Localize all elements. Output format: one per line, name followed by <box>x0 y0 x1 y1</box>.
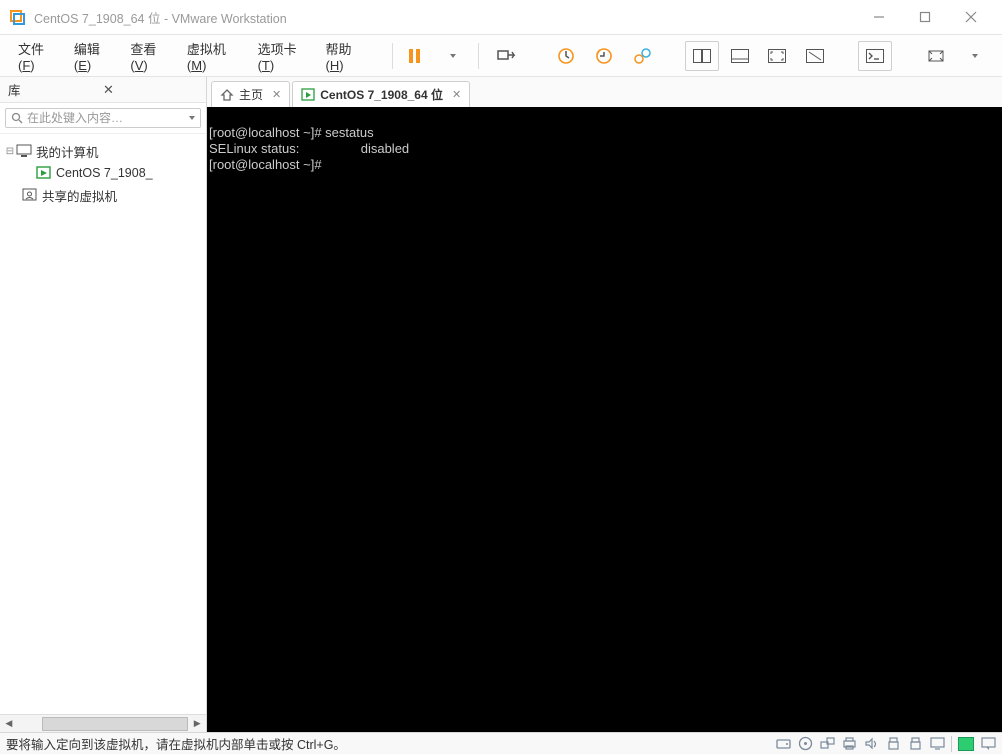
pause-vm-dropdown[interactable] <box>435 41 469 71</box>
close-button[interactable] <box>948 2 994 32</box>
scroll-thumb[interactable] <box>42 717 189 731</box>
menu-file[interactable]: 文件(F) <box>12 35 64 77</box>
stretch-guest-button[interactable] <box>919 41 953 71</box>
minimize-button[interactable] <box>856 2 902 32</box>
menu-view[interactable]: 查看(V) <box>124 35 177 77</box>
unity-mode-button[interactable] <box>798 41 832 71</box>
main-area: 库 ✕ ⊟ 我的计算机 <box>0 77 1002 732</box>
send-keys-button[interactable] <box>489 41 523 71</box>
tab-centos-label: CentOS 7_1908_64 位 <box>320 86 443 103</box>
message-log-icon[interactable] <box>980 736 996 752</box>
sound-icon[interactable] <box>863 736 879 752</box>
terminal-line: [root@localhost ~]# sestatus <box>209 125 1000 141</box>
sidebar-search-input[interactable] <box>27 111 189 125</box>
revert-snapshot-button[interactable] <box>587 41 621 71</box>
sidebar-search-box[interactable] <box>5 108 201 128</box>
sidebar-header: 库 ✕ <box>0 77 206 103</box>
cd-drive-icon[interactable] <box>797 736 813 752</box>
tab-centos[interactable]: CentOS 7_1908_64 位 ✕ <box>292 81 470 107</box>
window-title: CentOS 7_1908_64 位 - VMware Workstation <box>34 8 856 27</box>
vmware-app-icon <box>8 8 26 26</box>
usb2-icon[interactable] <box>907 736 923 752</box>
search-dropdown-icon[interactable] <box>189 116 195 120</box>
content-area: 主页 ✕ CentOS 7_1908_64 位 ✕ [root@localhos… <box>207 77 1002 732</box>
status-text: 要将输入定向到该虚拟机，请在虚拟机内部单击或按 Ctrl+G。 <box>6 734 775 753</box>
hard-disk-icon[interactable] <box>775 736 791 752</box>
computer-icon <box>16 143 32 159</box>
tree-vm-centos[interactable]: CentOS 7_1908_ <box>4 162 202 184</box>
menu-bar: 文件(F) 编辑(E) 查看(V) 虚拟机(M) 选项卡(T) 帮助(H) <box>0 35 1002 77</box>
display-icon[interactable] <box>929 736 945 752</box>
sidebar-close-button[interactable]: ✕ <box>103 82 198 98</box>
tree-shared-vms[interactable]: 共享的虚拟机 <box>4 184 202 206</box>
input-grabbed-indicator[interactable] <box>958 737 974 751</box>
tree-my-computer-label: 我的计算机 <box>36 142 99 161</box>
collapse-icon[interactable]: ⊟ <box>4 146 16 157</box>
tree-my-computer[interactable]: ⊟ 我的计算机 <box>4 140 202 162</box>
network-adapter-icon[interactable] <box>819 736 835 752</box>
device-status-tray <box>775 736 996 752</box>
stretch-dropdown[interactable] <box>956 41 990 71</box>
tree-vm-centos-label: CentOS 7_1908_ <box>56 166 153 180</box>
sidebar-tree: ⊟ 我的计算机 CentOS 7_1908_ 共享的虚拟机 <box>0 134 206 714</box>
sidebar-horizontal-scrollbar[interactable]: ◀ ▶ <box>0 714 206 732</box>
usb-icon[interactable] <box>885 736 901 752</box>
library-sidebar: 库 ✕ ⊟ 我的计算机 <box>0 77 207 732</box>
vm-terminal[interactable]: [root@localhost ~]# sestatusSELinux stat… <box>207 107 1002 732</box>
snapshot-button[interactable] <box>549 41 583 71</box>
scroll-left-arrow[interactable]: ◀ <box>0 718 18 729</box>
menu-vm[interactable]: 虚拟机(M) <box>181 35 248 77</box>
fullscreen-enter-button[interactable] <box>760 41 794 71</box>
tab-strip: 主页 ✕ CentOS 7_1908_64 位 ✕ <box>207 77 1002 107</box>
pause-vm-button[interactable] <box>397 41 431 71</box>
printer-icon[interactable] <box>841 736 857 752</box>
tab-home-label: 主页 <box>239 86 263 103</box>
console-button[interactable] <box>858 41 892 71</box>
view-single-button[interactable] <box>723 41 757 71</box>
maximize-button[interactable] <box>902 2 948 32</box>
sidebar-search-row <box>0 103 206 134</box>
terminal-line: SELinux status: disabled <box>209 141 1000 157</box>
tab-home[interactable]: 主页 ✕ <box>211 81 290 107</box>
menu-edit[interactable]: 编辑(E) <box>68 35 121 77</box>
shared-vms-icon <box>22 187 38 203</box>
window-buttons-group <box>856 2 994 32</box>
title-bar: CentOS 7_1908_64 位 - VMware Workstation <box>0 0 1002 35</box>
scroll-right-arrow[interactable]: ▶ <box>188 718 206 729</box>
sidebar-title: 库 <box>8 80 103 99</box>
search-icon <box>11 112 23 124</box>
terminal-line: [root@localhost ~]# <box>209 157 1000 173</box>
menu-tabs[interactable]: 选项卡(T) <box>252 35 316 77</box>
status-bar: 要将输入定向到该虚拟机，请在虚拟机内部单击或按 Ctrl+G。 <box>0 732 1002 754</box>
running-vm-icon <box>36 165 52 181</box>
tree-shared-vms-label: 共享的虚拟机 <box>42 186 117 205</box>
tab-home-close-icon[interactable]: ✕ <box>272 88 281 101</box>
menu-help[interactable]: 帮助(H) <box>320 35 373 77</box>
view-split-verical-button[interactable] <box>685 41 719 71</box>
tab-centos-close-icon[interactable]: ✕ <box>452 88 461 101</box>
home-icon <box>220 88 234 102</box>
running-vm-icon <box>301 88 315 102</box>
manage-snapshot-button[interactable] <box>625 41 659 71</box>
